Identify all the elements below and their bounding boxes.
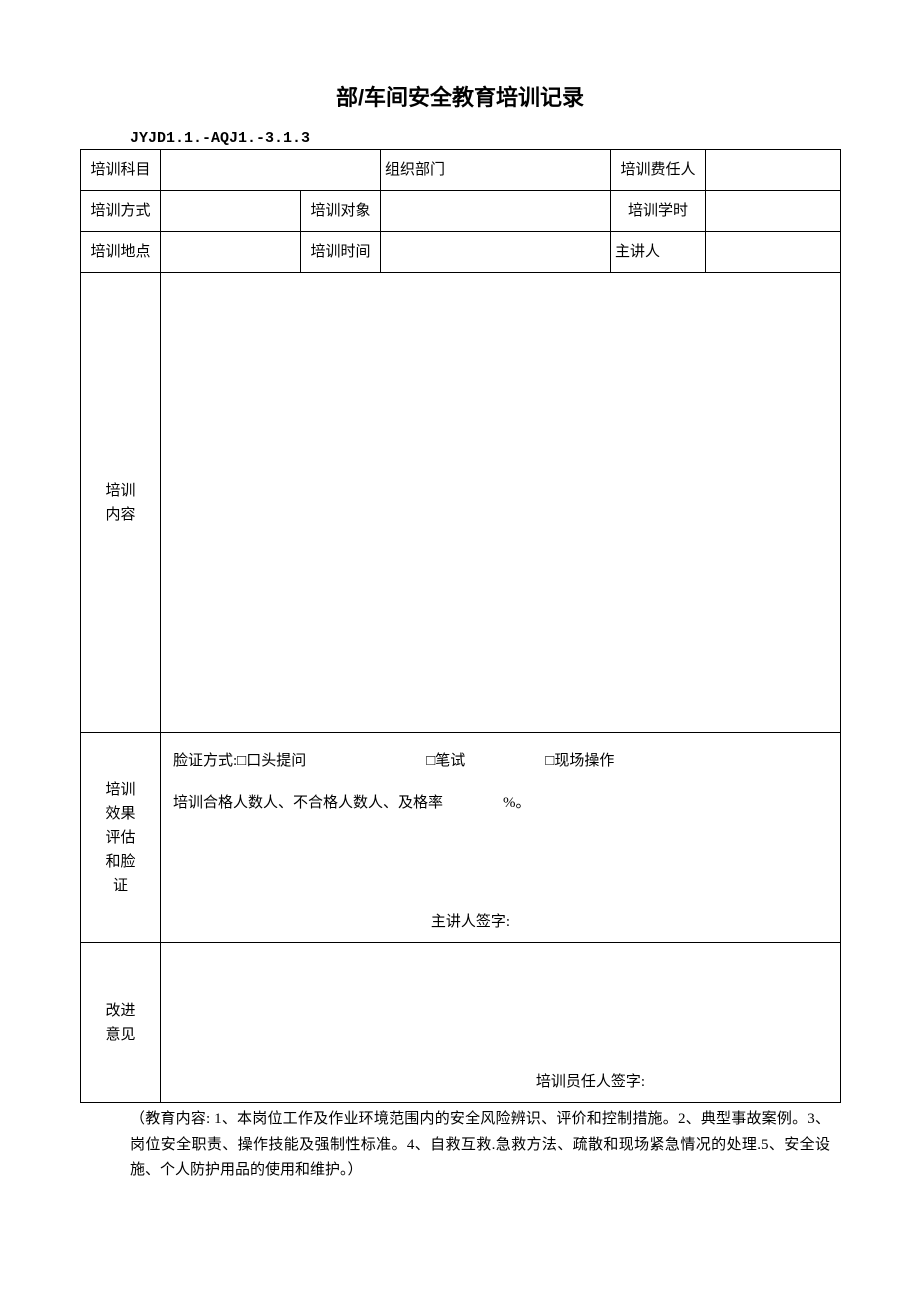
- pass-rate-line: 培训合格人数人、不合格人数人、及格率 %。: [173, 791, 828, 915]
- value-speaker: [706, 232, 841, 273]
- label-speaker: 主讲人: [611, 232, 706, 273]
- label-department: 组织部门: [381, 150, 611, 191]
- checkbox-oral: □口头提问: [237, 753, 306, 769]
- value-content: [161, 273, 841, 733]
- value-target: [381, 191, 611, 232]
- label-hours: 培训学时: [611, 191, 706, 232]
- verify-prefix: 脸证方式:: [173, 753, 237, 769]
- table-row: 培训地点 培训时间 主讲人: [81, 232, 841, 273]
- form-code: JYJD1.1.-AQJ1.-3.1.3: [130, 130, 840, 147]
- table-row: 培训 效果 评估 和脸 证 脸证方式:□口头提问 □笔试 □现场操作 培训合格人数人…: [81, 733, 841, 943]
- value-method: [161, 191, 301, 232]
- speaker-sign-label: 主讲人签字:: [161, 910, 840, 934]
- checkbox-written: □笔试: [426, 753, 465, 769]
- label-responsible: 培训费任人: [611, 150, 706, 191]
- label-improve: 改进 意见: [81, 943, 161, 1103]
- label-content: 培训 内容: [81, 273, 161, 733]
- label-time: 培训时间: [301, 232, 381, 273]
- value-improve: 培训员任人签字:: [161, 943, 841, 1103]
- page-title: 部/车间安全教育培训记录: [80, 80, 840, 112]
- verify-method-line: 脸证方式:□口头提问 □笔试 □现场操作: [173, 745, 828, 791]
- table-row: 培训方式 培训对象 培训学时: [81, 191, 841, 232]
- value-time: [381, 232, 611, 273]
- table-row: 培训科目 组织部门 培训费任人: [81, 150, 841, 191]
- label-effect: 培训 效果 评估 和脸 证: [81, 733, 161, 943]
- value-effect: 脸证方式:□口头提问 □笔试 □现场操作 培训合格人数人、不合格人数人、及格率 %。…: [161, 733, 841, 943]
- trainer-sign-label: 培训员任人签字:: [161, 1070, 840, 1094]
- value-responsible: [706, 150, 841, 191]
- label-subject: 培训科目: [81, 150, 161, 191]
- label-method: 培训方式: [81, 191, 161, 232]
- value-location: [161, 232, 301, 273]
- label-location: 培训地点: [81, 232, 161, 273]
- value-subject: [161, 150, 381, 191]
- label-target: 培训对象: [301, 191, 381, 232]
- table-row: 培训 内容: [81, 273, 841, 733]
- checkbox-onsite: □现场操作: [545, 753, 614, 769]
- training-record-table: 培训科目 组织部门 培训费任人 培训方式 培训对象 培训学时 培训地点 培训时间…: [80, 149, 841, 1103]
- value-hours: [706, 191, 841, 232]
- table-row: 改进 意见 培训员任人签字:: [81, 943, 841, 1103]
- footnotes: （教育内容: 1、本岗位工作及作业环境范围内的安全风险辨识、评价和控制措施。2、…: [80, 1103, 840, 1184]
